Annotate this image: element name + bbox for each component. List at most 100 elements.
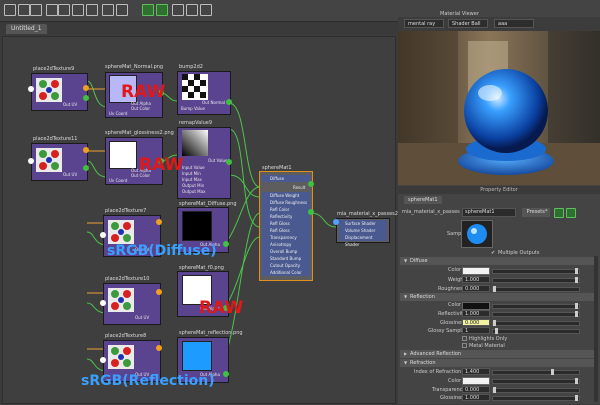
shader-ball-render [398,31,600,185]
multiple-outputs-label[interactable]: Multiple Outputs [498,250,539,256]
port-dot[interactable] [226,159,232,165]
port-overall-bump: Overall Bump [262,248,310,255]
transparency-field[interactable]: 0.000 [462,386,490,393]
port-dot[interactable] [223,371,229,377]
shape-select[interactable]: Shader Ball [448,19,488,28]
renderer-select[interactable]: mental ray [404,19,444,28]
tab-spheremat1[interactable]: sphereMat1 [404,196,442,204]
port-dot[interactable] [100,232,106,238]
port-dot[interactable] [100,300,106,306]
graph-tool-icon[interactable] [58,4,70,16]
reflectivity-field[interactable]: 1.000 [462,310,490,317]
port-dot[interactable] [83,165,89,171]
port-volume-shader: Volume Shader [339,227,387,234]
weight-slider[interactable] [492,277,580,283]
graph-tool-icon[interactable] [102,4,114,16]
section-diffuse[interactable]: Diffuse [400,257,598,265]
graph-tool-icon[interactable] [4,4,16,16]
collapse-arrow-icon[interactable]: ▼ [404,360,407,365]
reflectivity-slider[interactable] [492,311,580,317]
place2d-node[interactable]: Out UV [103,283,161,325]
remap-ramp-icon [182,130,208,156]
ior-label: Index of Refraction [414,369,462,375]
refr-color-swatch[interactable] [462,377,490,385]
port-surface-shader: Surface Shader [339,220,387,227]
glossy-samples-field[interactable]: 1 [462,327,490,334]
refl-color-slider[interactable] [492,303,580,309]
highlights-only-checkbox[interactable] [462,336,467,341]
graph-tool-icon[interactable] [30,4,42,16]
place2d-node[interactable]: Out UV [31,143,88,181]
port-dot[interactable] [28,158,34,164]
section-reflection[interactable]: Reflection [400,293,598,301]
glossiness-slider[interactable] [492,320,580,326]
material-preview-render [398,31,600,185]
roughness-slider[interactable] [492,286,580,292]
property-editor-scrollbar[interactable] [594,256,598,402]
port-dot[interactable] [223,241,229,247]
collapse-arrow-icon[interactable]: ▼ [404,258,407,263]
diffuse-color-swatch[interactable] [462,267,490,275]
material-name-field[interactable]: sphereMat1 [462,208,516,217]
section-advanced-reflection[interactable]: Advanced Reflection [400,350,598,358]
port-dot[interactable] [83,85,89,91]
graph-tool-icon[interactable] [18,4,30,16]
graph-tool-icon[interactable] [200,4,212,16]
ior-slider[interactable] [492,369,580,375]
port-dot[interactable] [156,289,162,295]
show-icon[interactable] [554,208,564,218]
diffuse-color-slider[interactable] [492,268,580,274]
sample-swatch [461,220,493,248]
graph-tool-icon[interactable] [72,4,84,16]
glossiness-field[interactable]: 0.000 [462,319,490,326]
port-dot[interactable] [83,95,89,101]
presets-button[interactable]: Presets* [522,208,550,217]
port-dot[interactable] [100,357,106,363]
node-graph-canvas[interactable]: place2dTexture9 Out UV sphereMat_Normal.… [2,36,405,404]
port-out-uv: Out UV [63,172,78,177]
port-dot[interactable] [308,181,314,187]
port-dot[interactable] [156,219,162,225]
place2d-node[interactable]: Out UV [31,73,88,111]
port-dot[interactable] [156,345,162,351]
port-out-normal: Out Normal [202,100,225,105]
port-dot[interactable] [333,219,339,225]
port-diffuse-roughness: Diffuse Roughness [262,199,310,206]
bump-checker-icon [182,74,208,100]
ior-field[interactable]: 1.400 [462,368,490,375]
port-dot[interactable] [28,86,34,92]
glossy-samples-slider[interactable] [492,328,580,334]
graph-tool-icon[interactable] [116,4,128,16]
refl-color-swatch[interactable] [462,302,490,310]
collapse-arrow-icon[interactable]: ▼ [404,294,407,299]
refr-glossiness-slider[interactable] [492,395,580,401]
frame-selected-icon[interactable] [156,4,168,16]
port-dot[interactable] [83,147,89,153]
remap-node[interactable]: Out Value Input Value Input Min Input Ma… [177,127,231,199]
transparency-slider[interactable] [492,387,580,393]
refr-color-slider[interactable] [492,378,580,384]
roughness-field[interactable]: 0.000 [462,285,490,292]
graph-tool-icon[interactable] [46,4,58,16]
bump-node[interactable]: Out Normal Bump Value [177,71,231,115]
port-out-value: Out Value [208,158,228,163]
expand-arrow-icon[interactable]: ▶ [404,351,407,356]
metal-material-checkbox[interactable] [462,343,467,348]
graph-tool-icon[interactable] [172,4,184,16]
graph-tool-icon[interactable] [186,4,198,16]
hide-icon[interactable] [566,208,576,218]
port-dot[interactable] [226,99,232,105]
environment-select[interactable]: aaa [494,19,534,28]
section-refraction[interactable]: Refraction [400,359,598,367]
graph-tool-icon[interactable] [86,4,98,16]
tab-untitled[interactable]: Untitled_1 [6,24,47,34]
frame-all-icon[interactable] [142,4,154,16]
material-type-label: mia_material_x_passes [402,209,460,215]
material-node[interactable]: Result Diffuse Diffuse Weight Diffuse Ro… [259,171,313,281]
node-remap-title: remapValue9 [179,120,213,126]
shading-group-node[interactable]: Surface Shader Volume Shader Displacemen… [336,218,390,247]
refr-glossiness-field[interactable]: 1.000 [462,394,490,401]
weight-field[interactable]: 1.000 [462,276,490,283]
port-dot[interactable] [308,209,314,215]
port-diffuse: Diffuse [262,175,310,182]
